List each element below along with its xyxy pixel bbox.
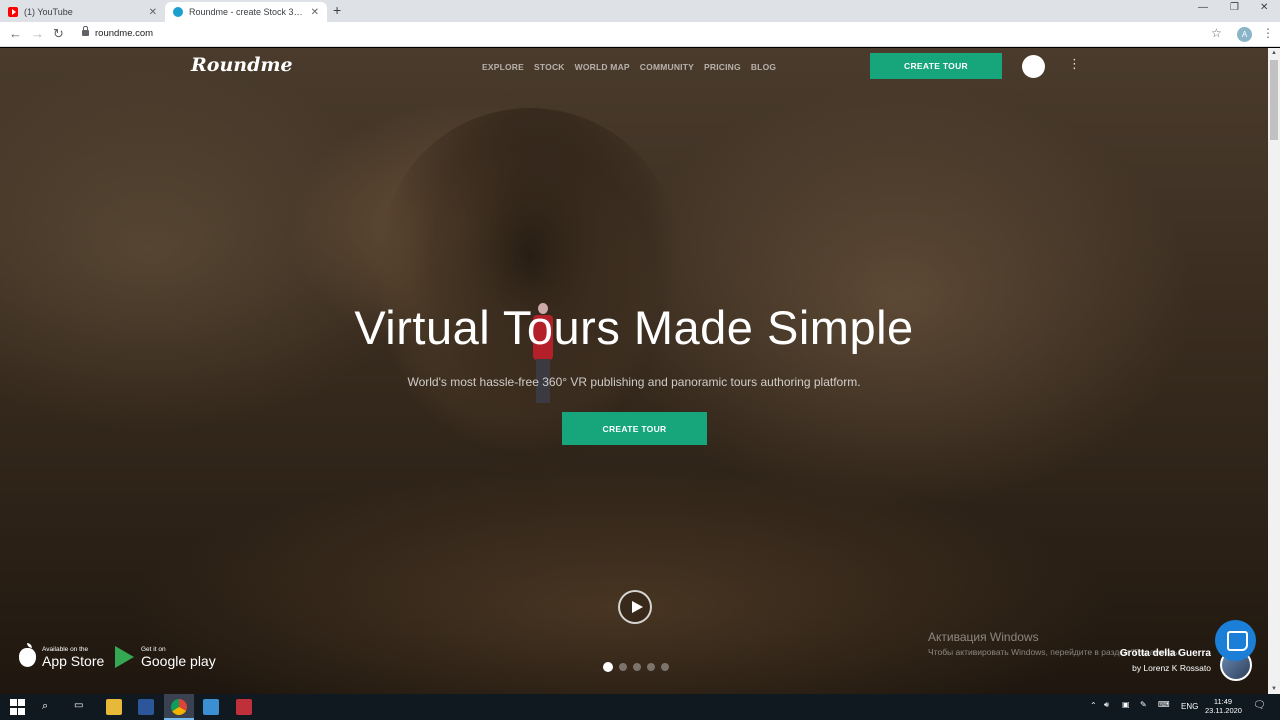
network-icon[interactable]: ▣ — [1122, 700, 1130, 709]
hero-title: Virtual Tours Made Simple — [354, 301, 914, 354]
user-avatar[interactable] — [1022, 55, 1045, 78]
roundme-favicon-icon — [173, 7, 183, 17]
slider-dot[interactable] — [647, 663, 655, 671]
slider-dot[interactable] — [603, 662, 613, 672]
language-indicator[interactable]: ENG — [1181, 702, 1198, 711]
app-store-badge[interactable]: Available on the App Store — [16, 642, 105, 669]
browser-tab-bar: (1) YouTube ✕ Roundme - create Stock 360… — [0, 0, 1280, 22]
pen-icon[interactable]: ✎ — [1140, 700, 1147, 709]
hero-subtitle: World's most hassle-free 360° VR publish… — [407, 375, 861, 389]
nav-pricing[interactable]: PRICING — [704, 62, 741, 72]
site-logo[interactable]: Roundme — [191, 54, 293, 76]
apple-icon — [18, 642, 36, 667]
word-icon[interactable] — [138, 699, 154, 715]
page-scrollbar[interactable]: ▲ ▼ — [1268, 48, 1280, 694]
back-icon[interactable]: ← — [9, 26, 22, 42]
minimize-window-icon[interactable]: — — [1198, 2, 1208, 13]
slider-dot[interactable] — [633, 663, 641, 671]
credit-author: by Lorenz K Rossato — [1132, 663, 1211, 673]
google-play-icon — [115, 646, 134, 668]
show-hidden-icons-icon[interactable]: ⌃ — [1090, 701, 1097, 710]
credit-place: Grotta della Guerra — [1119, 648, 1211, 659]
nav-blog[interactable]: BLOG — [751, 62, 776, 72]
new-tab-button[interactable]: + — [333, 2, 341, 18]
app-store-big: App Store — [42, 653, 105, 669]
reload-icon[interactable]: ↻ — [53, 26, 64, 42]
nav-stock[interactable]: STOCK — [534, 62, 565, 72]
nav-community[interactable]: COMMUNITY — [640, 62, 694, 72]
task-view-icon[interactable]: ▭ — [74, 700, 83, 711]
browser-toolbar: ← → ↻ roundme.com ☆ A ⋮ — [0, 22, 1280, 47]
google-play-big: Google play — [141, 653, 216, 669]
youtube-favicon-icon — [8, 7, 18, 17]
hero-create-tour-button[interactable]: CREATE TOUR — [562, 412, 707, 445]
tab-title: Roundme - create Stock 360 VR p — [189, 7, 307, 17]
slider-dot[interactable] — [661, 663, 669, 671]
activation-title: Активация Windows — [928, 630, 1039, 644]
clock[interactable]: 11:49 23.11.2020 — [1205, 697, 1242, 715]
clock-time: 11:49 — [1213, 697, 1233, 706]
header-create-tour-button[interactable]: CREATE TOUR — [870, 53, 1002, 79]
tab-roundme[interactable]: Roundme - create Stock 360 VR p ✕ — [165, 2, 327, 22]
play-video-icon[interactable] — [618, 590, 652, 624]
search-icon[interactable]: ⌕ — [42, 700, 48, 713]
windows-start-icon[interactable] — [10, 699, 25, 715]
slider-dots — [603, 662, 669, 672]
browser-menu-icon[interactable]: ⋮ — [1262, 26, 1274, 40]
close-window-icon[interactable]: ✕ — [1260, 2, 1268, 13]
address-bar[interactable]: roundme.com — [95, 28, 153, 39]
nav-explore[interactable]: EXPLORE — [482, 62, 524, 72]
volume-icon[interactable]: 🔊︎ — [1104, 700, 1109, 710]
scroll-up-icon[interactable]: ▲ — [1271, 50, 1277, 56]
notifications-icon[interactable]: 🗨︎ — [1253, 700, 1266, 711]
panorama-credit[interactable]: Grotta della Guerra by Lorenz K Rossato — [1120, 648, 1211, 673]
restore-window-icon[interactable]: ❐ — [1230, 2, 1239, 13]
slider-dot[interactable] — [619, 663, 627, 671]
site-more-icon[interactable]: ⋮ — [1068, 56, 1081, 72]
tab-youtube[interactable]: (1) YouTube ✕ — [0, 2, 165, 22]
close-tab-icon[interactable]: ✕ — [149, 7, 157, 18]
scrollbar-thumb[interactable] — [1270, 60, 1278, 140]
bookmark-star-icon[interactable]: ☆ — [1211, 26, 1222, 40]
site-nav: EXPLORE STOCK WORLD MAP COMMUNITY PRICIN… — [482, 62, 776, 72]
close-tab-icon[interactable]: ✕ — [311, 7, 319, 18]
forward-icon[interactable]: → — [31, 26, 44, 42]
chrome-icon[interactable] — [171, 699, 187, 715]
page-viewport: Roundme EXPLORE STOCK WORLD MAP COMMUNIT… — [0, 48, 1268, 694]
file-explorer-icon[interactable] — [106, 699, 122, 715]
scroll-down-icon[interactable]: ▼ — [1271, 686, 1277, 692]
keyboard-icon[interactable]: ⌨ — [1158, 700, 1170, 709]
lock-icon — [82, 26, 89, 36]
tab-title: (1) YouTube — [24, 7, 73, 17]
media-app-icon[interactable] — [236, 699, 252, 715]
nav-world-map[interactable]: WORLD MAP — [575, 62, 630, 72]
chat-support-button[interactable] — [1215, 620, 1256, 661]
google-play-badge[interactable]: Get it on Google play — [115, 646, 216, 668]
clock-date: 23.11.2020 — [1205, 706, 1242, 715]
profile-avatar[interactable]: A — [1237, 27, 1252, 42]
photos-icon[interactable] — [203, 699, 219, 715]
windows-taskbar: ⌕ ▭ ⌃ 🔊︎ ▣ ✎ ⌨ ENG 11:49 23.11.2020 🗨︎ — [0, 694, 1280, 720]
